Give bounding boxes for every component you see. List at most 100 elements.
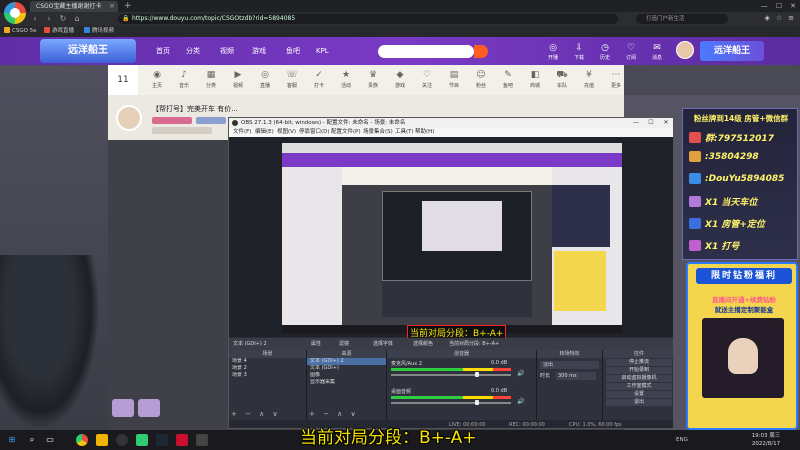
source-item[interactable]: 图像 [307,372,386,379]
obs-minimize-button[interactable]: — [629,118,643,128]
category-item[interactable]: ♡ 关注 [414,69,440,93]
category-item[interactable]: ▶ 视频 [225,69,251,93]
obs-taskbar-icon[interactable] [116,434,128,446]
task-view-icon[interactable]: ▭ [44,434,56,446]
category-item[interactable]: ✓ 打卡 [306,69,332,93]
site-search-input[interactable] [378,45,474,58]
gift-icon[interactable] [112,399,134,417]
header-icon[interactable]: ◎ 开播 [540,43,566,63]
favorites-icon[interactable]: ☆ [776,14,782,22]
obs-menu-item[interactable]: 文件(F) [233,128,251,137]
tab-close-icon[interactable]: × [109,1,115,12]
obs-menu-item[interactable]: 帮助(H) [415,128,434,137]
speaker-icon[interactable]: 🔊 [517,370,524,377]
nav-item[interactable]: 游戏 [252,37,266,65]
category-item[interactable]: ★ 活动 [333,69,359,93]
bookmark-item[interactable]: 腾讯视频 [84,26,114,37]
chrome-icon[interactable] [76,434,88,446]
maximize-button[interactable]: ☐ [776,0,782,12]
extensions-icon[interactable]: ◈ [764,14,769,22]
tag-chip[interactable] [196,117,226,124]
category-item[interactable]: ▦ 分类 [198,69,224,93]
browser-search-input[interactable]: 打造门户新生活 [636,14,728,24]
scene-item[interactable]: 场景 3 [229,372,306,379]
duration-input[interactable]: 300 ms [556,372,596,380]
obs-menu-item[interactable]: 场景集合(S) [363,128,393,137]
exit-button[interactable]: 退出 [606,399,672,406]
browser-tab[interactable]: CSGO宝藏主播谢谢打卡 × [30,1,118,12]
address-bar[interactable]: 🔒 https://www.douyu.com/topic/CSGOtzdb?r… [118,14,618,24]
obs-menu-item[interactable]: 停靠窗口(D) [299,128,330,137]
steam-icon[interactable] [156,434,168,446]
category-item[interactable]: ◧ 商城 [522,69,548,93]
category-item[interactable]: ¥ 充值 [576,69,602,93]
header-icon[interactable]: ⇩ 下载 [566,43,592,63]
menu-icon[interactable]: ≡ [788,14,794,22]
transition-select[interactable]: 淡出 [540,361,599,369]
nav-item[interactable]: KPL [316,37,329,65]
volume-slider-handle[interactable] [474,400,479,405]
category-item[interactable]: ✎ 鱼吧 [495,69,521,93]
text-value-input[interactable]: 当前对局分段: B+-A+ [449,338,499,350]
home-button[interactable]: ⌂ [72,13,82,25]
properties-button[interactable]: 属性 [311,338,321,350]
category-item[interactable]: ⛟ 车队 [549,69,575,93]
search-icon[interactable]: ⌕ [26,434,38,446]
obs-preview[interactable]: 当前对局分段：B+-A+ [229,137,673,340]
filters-button[interactable]: 滤镜 [339,338,349,350]
input-language[interactable]: ENG [676,437,688,443]
nav-item[interactable]: 视频 [220,37,234,65]
volume-slider[interactable] [391,374,511,376]
streamer-avatar[interactable] [116,105,142,131]
category-item[interactable]: ▤ 节目 [441,69,467,93]
settings-button[interactable]: 设置 [606,391,672,398]
forward-button[interactable]: › [44,13,54,25]
system-tray[interactable]: ENG [676,430,688,450]
select-font-button[interactable]: 选择字体 [373,338,393,350]
category-item[interactable]: ◎ 直播 [252,69,278,93]
app-icon[interactable] [176,434,188,446]
obs-menu-item[interactable]: 编辑(E) [255,128,274,137]
site-search-button[interactable] [474,45,488,58]
taskbar-clock[interactable]: 19:03 周三 2022/8/17 [746,432,786,448]
new-tab-button[interactable]: + [124,0,132,12]
reload-button[interactable]: ↻ [58,13,68,25]
obs-menu-item[interactable]: 工具(T) [395,128,414,137]
stop-stream-button[interactable]: 停止推流 [606,359,672,366]
scene-item[interactable]: 场景 4 [229,358,306,365]
category-item[interactable]: ⋯ 更多 [603,69,629,93]
volume-slider-handle[interactable] [474,372,479,377]
source-item[interactable]: 文本 (GDI+) [307,365,386,372]
nav-item[interactable]: 分类 [186,37,200,65]
date-badge[interactable]: 11 [108,65,138,95]
category-item[interactable]: ◆ 游戏 [387,69,413,93]
studio-mode-button[interactable]: 工作室模式 [606,383,672,390]
windows-start-icon[interactable]: ⊞ [6,434,18,446]
header-icon[interactable]: ♡ 订阅 [618,43,644,63]
category-item[interactable]: ♛ 贵族 [360,69,386,93]
scene-item[interactable]: 场景 2 [229,365,306,372]
category-item[interactable]: ♪ 音乐 [171,69,197,93]
category-item[interactable]: ◉ 主页 [144,69,170,93]
start-recording-button[interactable]: 开始录制 [606,367,672,374]
header-icon[interactable]: ◷ 历史 [592,43,618,63]
header-icon[interactable]: ✉ 消息 [644,43,670,63]
close-window-button[interactable]: ✕ [790,0,796,12]
gift-icon[interactable] [138,399,160,417]
bookmark-item[interactable]: CSGO 5e [4,26,37,37]
app-icon[interactable] [196,434,208,446]
obs-menu-item[interactable]: 配置文件(P) [331,128,361,137]
source-item[interactable]: 显示器采集 [307,379,386,386]
dock-footer-buttons[interactable]: + − ∧ ∨ [231,410,281,418]
virtual-camera-button[interactable]: 启动虚拟摄像机 [606,375,672,382]
obs-menu-item[interactable]: 视图(V) [277,128,296,137]
source-item[interactable]: 文本 (GDI+) 2 [307,358,386,365]
category-item[interactable]: ☏ 客服 [279,69,305,93]
category-item[interactable]: ☺ 粉丝 [468,69,494,93]
site-logo[interactable]: 远洋船王 [40,39,136,63]
bookmark-item[interactable]: 游戏直播 [44,26,74,37]
browser-logo-icon[interactable] [4,2,26,24]
speaker-icon[interactable]: 🔊 [517,398,524,405]
dock-footer-buttons[interactable]: + − ∧ ∨ [309,410,359,418]
volume-slider[interactable] [391,402,511,404]
